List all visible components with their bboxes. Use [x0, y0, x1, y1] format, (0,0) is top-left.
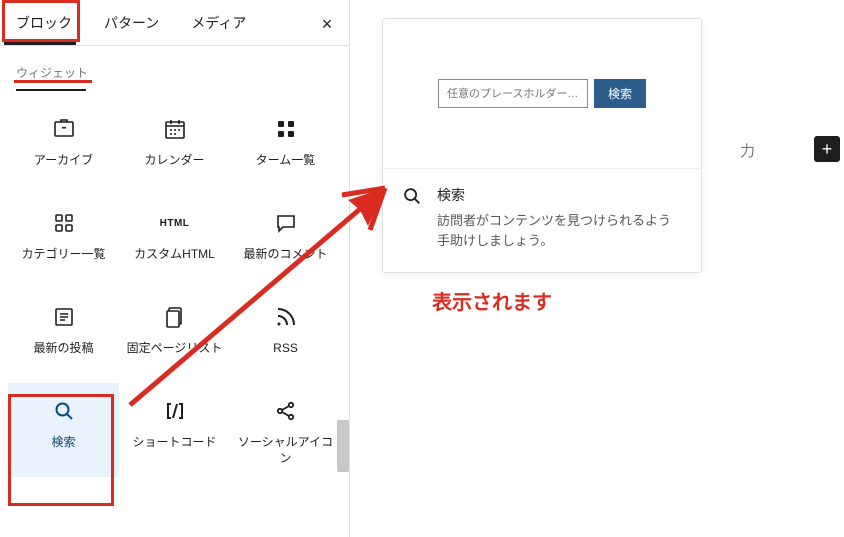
preview-stage: 検索: [383, 19, 701, 169]
shortcode-icon: [161, 397, 189, 425]
scrollbar-thumb[interactable]: [337, 420, 349, 472]
preview-description-row: 検索 訪問者がコンテンツを見つけられるよう手助けしましょう。: [383, 169, 701, 272]
block-item-custom-html[interactable]: HTML カスタムHTML: [119, 195, 230, 289]
block-item-search[interactable]: 検索: [8, 383, 119, 477]
block-label: ショートコード: [132, 435, 216, 451]
block-preview-popover: 検索 検索 訪問者がコンテンツを見つけられるよう手助けしましょう。: [382, 18, 702, 273]
page-list-icon: [161, 303, 189, 331]
block-label: ソーシャルアイコン: [234, 435, 337, 466]
comment-icon: [272, 209, 300, 237]
block-label: 固定ページリスト: [127, 341, 223, 357]
close-inserter-button[interactable]: ×: [313, 10, 341, 38]
block-item-archive[interactable]: アーカイブ: [8, 101, 119, 195]
block-inserter-panel: ブロック パターン メディア × ウィジェット アーカイブ カレンダー ターム一…: [0, 0, 350, 537]
block-item-shortcode[interactable]: ショートコード: [119, 383, 230, 477]
block-item-rss[interactable]: RSS: [230, 289, 341, 383]
share-icon: [272, 397, 300, 425]
tab-media[interactable]: メディア: [175, 0, 262, 46]
block-grid: アーカイブ カレンダー ターム一覧 カテゴリー一覧 HTML カスタムHTML: [0, 101, 349, 477]
categories-icon: [50, 209, 78, 237]
inserter-tabs: ブロック パターン メディア ×: [0, 0, 349, 46]
tab-blocks[interactable]: ブロック: [0, 0, 88, 46]
block-label: カスタムHTML: [134, 247, 215, 263]
block-label: 最新のコメント: [243, 247, 327, 263]
search-icon: [50, 397, 78, 425]
search-demo-button[interactable]: 検索: [594, 79, 646, 108]
grid-icon: [272, 115, 300, 143]
block-item-social-icons[interactable]: ソーシャルアイコン: [230, 383, 341, 477]
post-icon: [50, 303, 78, 331]
html-icon: HTML: [161, 209, 189, 237]
search-icon: [401, 185, 423, 207]
block-label: 最新の投稿: [33, 341, 93, 357]
preview-subtitle: 訪問者がコンテンツを見つけられるよう手助けしましょう。: [437, 211, 683, 250]
stray-text: 力: [740, 140, 755, 161]
block-label: カレンダー: [144, 153, 204, 169]
block-label: RSS: [273, 341, 298, 357]
block-item-tag-cloud[interactable]: ターム一覧: [230, 101, 341, 195]
block-item-page-list[interactable]: 固定ページリスト: [119, 289, 230, 383]
search-block-demo: 検索: [438, 79, 646, 108]
block-label: アーカイブ: [34, 153, 93, 169]
block-label: ターム一覧: [256, 153, 316, 169]
rss-icon: [272, 303, 300, 331]
block-item-latest-posts[interactable]: 最新の投稿: [8, 289, 119, 383]
archive-icon: [50, 115, 78, 143]
tab-patterns[interactable]: パターン: [88, 0, 175, 46]
category-underline: [16, 89, 86, 91]
preview-title: 検索: [437, 185, 683, 205]
calendar-icon: [161, 115, 189, 143]
active-tab-indicator: [4, 42, 76, 45]
add-block-button[interactable]: +: [814, 136, 840, 162]
block-category-label: ウィジェット: [0, 46, 349, 89]
annotation-text: 表示されます: [432, 286, 552, 315]
block-item-latest-comments[interactable]: 最新のコメント: [230, 195, 341, 289]
block-label: 検索: [51, 435, 75, 451]
block-item-calendar[interactable]: カレンダー: [119, 101, 230, 195]
block-label: カテゴリー一覧: [21, 247, 105, 263]
search-demo-input[interactable]: [438, 79, 588, 108]
block-item-categories[interactable]: カテゴリー一覧: [8, 195, 119, 289]
